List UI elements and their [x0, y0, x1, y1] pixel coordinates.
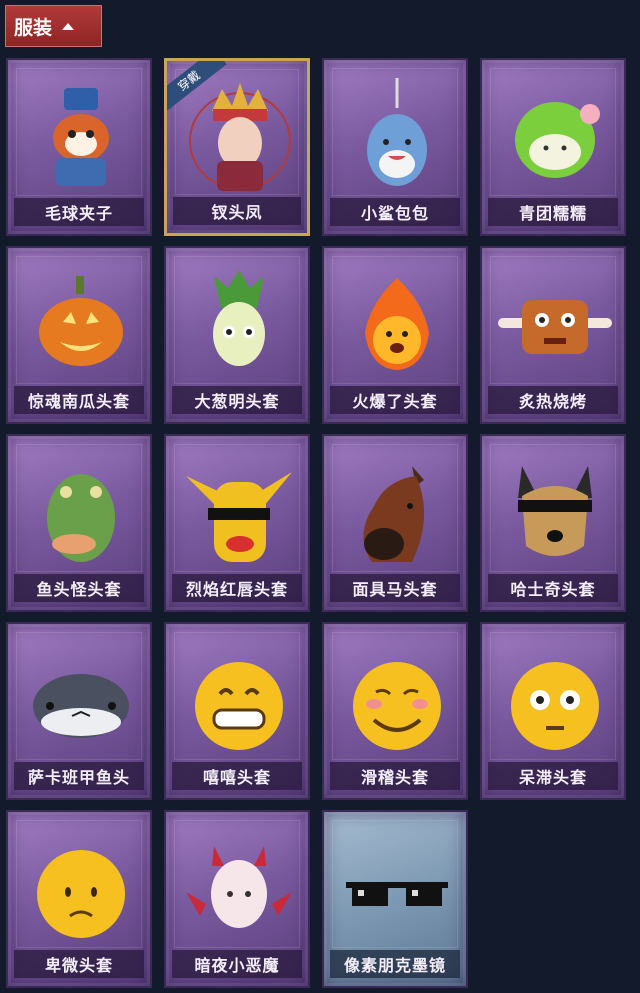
category-toggle-button[interactable]: 服装 — [5, 5, 102, 47]
item-card-呆滞头套[interactable]: 呆滞头套 — [480, 622, 626, 800]
grinning-face-icon — [195, 662, 283, 750]
item-card-大葱明头套[interactable]: 大葱明头套 — [164, 246, 310, 424]
item-label: 小鲨包包 — [330, 198, 460, 226]
item-label: 炙热烧烤 — [488, 386, 618, 414]
item-label: 萨卡班甲鱼头 — [14, 762, 144, 790]
category-label: 服装 — [14, 16, 53, 39]
item-label: 烈焰红唇头套 — [172, 574, 302, 602]
pumpkin-mask-icon — [39, 276, 123, 366]
item-card-暗夜小恶魔[interactable]: 暗夜小恶魔 — [164, 810, 310, 988]
item-label: 卑微头套 — [14, 950, 144, 978]
humble-face-icon — [37, 850, 125, 938]
barbecue-meat-icon — [498, 300, 612, 354]
item-card-哈士奇头套[interactable]: 哈士奇头套 — [480, 434, 626, 612]
item-card-火爆了头套[interactable]: 火爆了头套 — [322, 246, 468, 424]
sacabambaspis-mask-icon — [33, 674, 129, 738]
raccoon-doll-icon — [53, 88, 109, 186]
item-card-炙热烧烤[interactable]: 炙热烧烤 — [480, 246, 626, 424]
item-card-鱼头怪头套[interactable]: 鱼头怪头套 — [6, 434, 152, 612]
item-label: 呆滞头套 — [488, 762, 618, 790]
item-label: 暗夜小恶魔 — [172, 950, 302, 978]
item-card-烈焰红唇头套[interactable]: 烈焰红唇头套 — [164, 434, 310, 612]
fish-head-mask-icon — [47, 474, 115, 562]
item-card-青团糯糯[interactable]: 青团糯糯 — [480, 58, 626, 236]
item-label: 火爆了头套 — [330, 386, 460, 414]
item-card-钗头凤[interactable]: 穿戴 钗头凤 — [164, 58, 310, 236]
smirking-face-icon — [353, 662, 441, 750]
item-card-面具马头套[interactable]: 面具马头套 — [322, 434, 468, 612]
item-label: 面具马头套 — [330, 574, 460, 602]
item-card-像素朋克墨镜[interactable]: 像素朋克墨镜 — [322, 810, 468, 988]
item-card-嘻嘻头套[interactable]: 嘻嘻头套 — [164, 622, 310, 800]
item-label: 大葱明头套 — [172, 386, 302, 414]
item-label: 青团糯糯 — [488, 198, 618, 226]
item-label: 钗头凤 — [173, 197, 301, 225]
item-card-惊魂南瓜头套[interactable]: 惊魂南瓜头套 — [6, 246, 152, 424]
item-label: 嘻嘻头套 — [172, 762, 302, 790]
stunned-face-icon — [511, 662, 599, 750]
pixel-sunglasses-icon — [346, 882, 448, 906]
husky-mask-icon — [518, 466, 592, 556]
item-card-萨卡班甲鱼头[interactable]: 萨卡班甲鱼头 — [6, 622, 152, 800]
item-label: 毛球夹子 — [14, 198, 144, 226]
item-label: 惊魂南瓜头套 — [14, 386, 144, 414]
item-label: 像素朋克墨镜 — [330, 950, 460, 978]
fire-mask-icon — [365, 278, 429, 370]
item-card-毛球夹子[interactable]: 毛球夹子 — [6, 58, 152, 236]
shark-bag-icon — [367, 78, 427, 186]
green-rice-ball-icon — [515, 102, 600, 178]
green-onion-mask-icon — [213, 270, 265, 366]
yellow-pikachu-mask-icon — [186, 472, 292, 562]
item-card-小鲨包包[interactable]: 小鲨包包 — [322, 58, 468, 236]
chevron-up-icon — [62, 22, 75, 30]
horse-mask-icon — [363, 466, 425, 562]
item-label: 哈士奇头套 — [488, 574, 618, 602]
item-card-滑稽头套[interactable]: 滑稽头套 — [322, 622, 468, 800]
item-card-卑微头套[interactable]: 卑微头套 — [6, 810, 152, 988]
item-label: 滑稽头套 — [330, 762, 460, 790]
item-label: 鱼头怪头套 — [14, 574, 144, 602]
little-devil-mask-icon — [186, 846, 292, 928]
